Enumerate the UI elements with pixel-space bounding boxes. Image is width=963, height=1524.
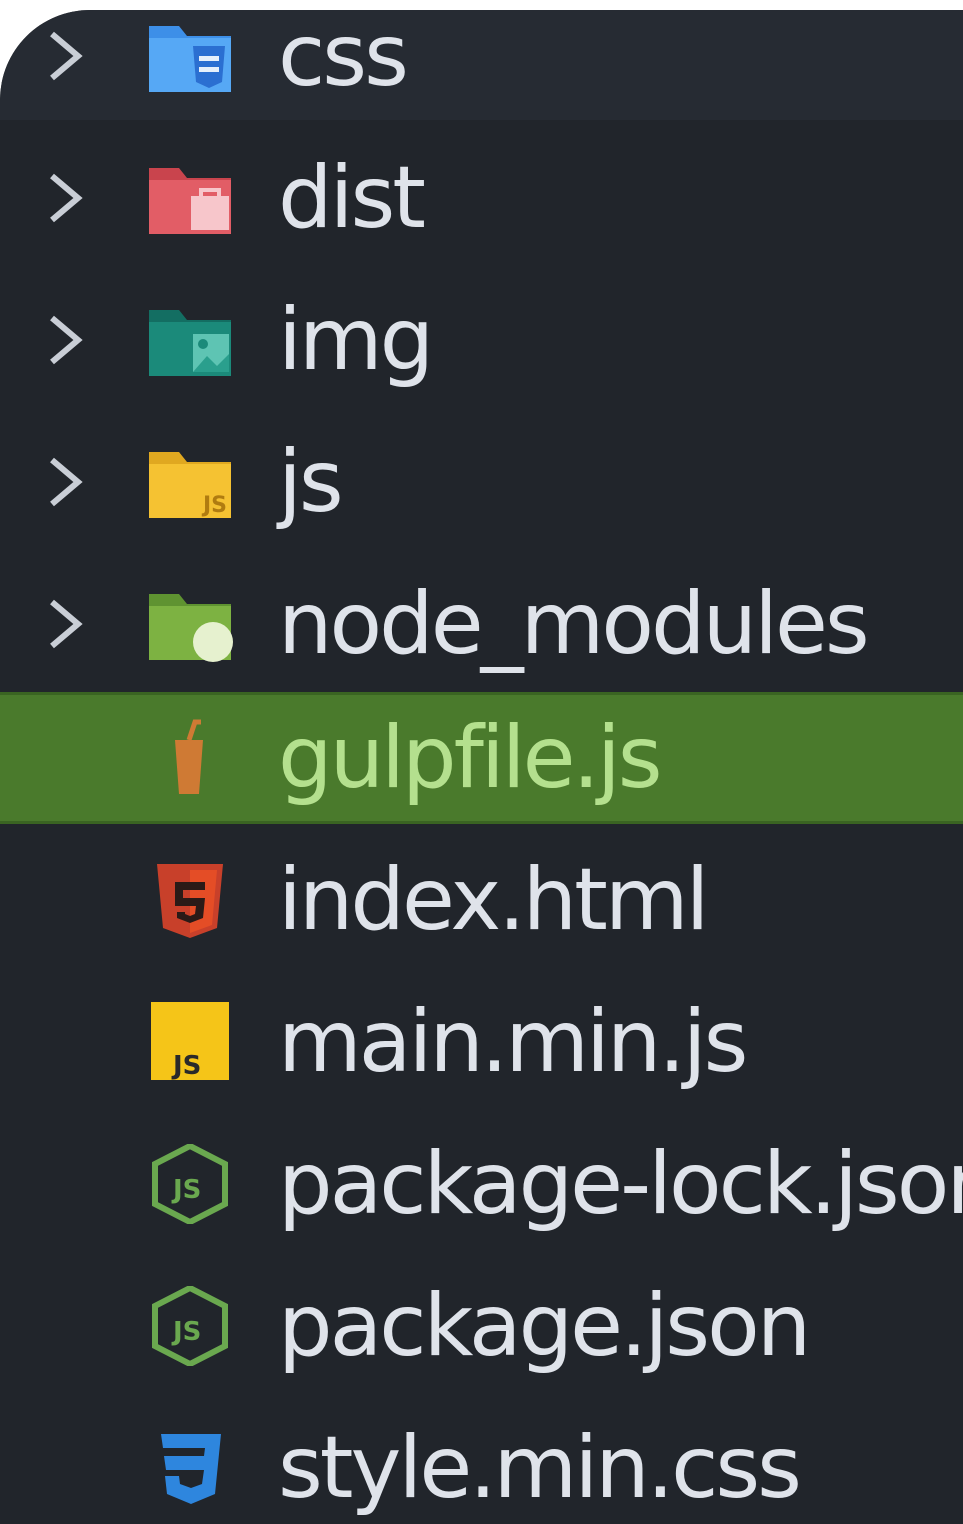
tree-item-index-html[interactable]: index.html [0, 834, 963, 966]
file-explorer: css dist img JS js node_modules gulpfile… [0, 10, 963, 1524]
tree-item-label: node_modules [278, 574, 870, 674]
chevron-right-icon[interactable] [40, 594, 90, 654]
svg-text:JS: JS [171, 1051, 201, 1081]
chevron-right-icon[interactable] [40, 26, 90, 86]
tree-item-label: gulpfile.js [278, 708, 663, 808]
tree-item-label: main.min.js [278, 992, 748, 1092]
svg-text:JS: JS [171, 1175, 201, 1205]
chevron-right-icon[interactable] [40, 310, 90, 370]
nodejs-icon: JS [152, 1286, 228, 1366]
tree-item-js-folder[interactable]: JS js [0, 416, 963, 548]
tree-item-label: package.json [278, 1276, 811, 1376]
image-folder-icon [149, 310, 231, 376]
svg-text:JS: JS [201, 493, 227, 518]
tree-item-css-folder[interactable]: css [0, 10, 963, 122]
tree-item-label: package-lock.json [278, 1134, 963, 1234]
css-folder-icon [149, 26, 231, 92]
node-folder-icon [149, 594, 233, 662]
javascript-icon: JS [151, 1002, 229, 1081]
dist-folder-icon [149, 168, 231, 234]
tree-item-dist-folder[interactable]: dist [0, 132, 963, 264]
tree-item-label: js [278, 432, 344, 532]
chevron-right-icon[interactable] [40, 168, 90, 228]
html5-icon [157, 864, 223, 938]
tree-item-package-json[interactable]: JS package.json [0, 1260, 963, 1392]
tree-item-label: style.min.css [278, 1418, 802, 1518]
tree-item-main-min-js[interactable]: JS main.min.js [0, 976, 963, 1108]
tree-item-label: css [278, 10, 409, 106]
tree-item-style-min-css[interactable]: style.min.css [0, 1402, 963, 1524]
js-folder-icon: JS [149, 452, 231, 518]
css3-icon [161, 1434, 221, 1504]
tree-item-package-lock-json[interactable]: JS package-lock.json [0, 1118, 963, 1250]
tree-item-img-folder[interactable]: img [0, 274, 963, 406]
svg-text:JS: JS [171, 1317, 201, 1347]
gulp-icon [175, 719, 203, 794]
tree-item-label: index.html [278, 850, 710, 950]
tree-item-node-modules-folder[interactable]: node_modules [0, 558, 963, 690]
tree-item-label: img [278, 290, 434, 390]
chevron-right-icon[interactable] [40, 452, 90, 512]
tree-item-gulpfile[interactable]: gulpfile.js [0, 692, 963, 824]
tree-item-label: dist [278, 148, 426, 248]
nodejs-icon: JS [152, 1144, 228, 1224]
